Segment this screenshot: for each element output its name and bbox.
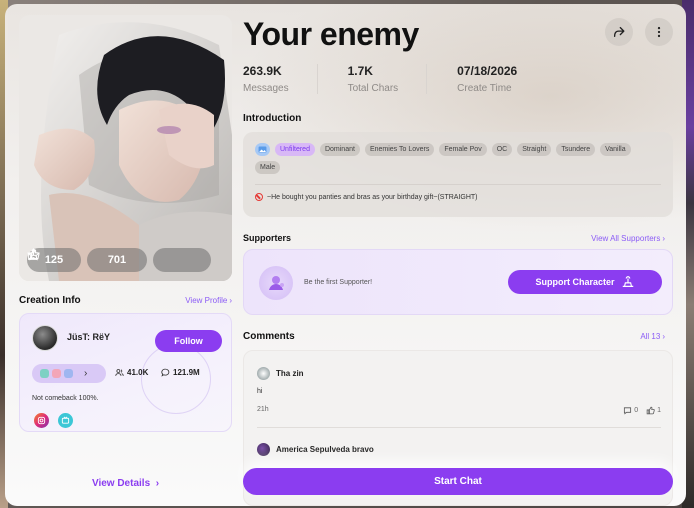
chevron-right-icon: ›: [662, 233, 665, 243]
like-count: 125: [44, 254, 64, 266]
creation-info-title: Creation Info: [19, 295, 81, 306]
character-cover-image: 125 701: [19, 15, 232, 281]
tv-icon: [61, 416, 70, 424]
chevron-right-icon: ›: [152, 478, 160, 489]
creator-card: JüsT: RëY Follow › 41.0K 121.9M Not come…: [19, 313, 232, 432]
favorite-count: 701: [107, 254, 127, 266]
cover-illustration: [19, 15, 232, 281]
introduction-card: Unfiltered Dominant Enemies To Lovers Fe…: [243, 132, 673, 217]
all-comments-link[interactable]: All 13 ›: [640, 332, 665, 341]
tag[interactable]: Vanilla: [600, 143, 631, 156]
badge-icon: [52, 369, 61, 378]
comment-item: America Sepulveda bravo: [257, 443, 661, 456]
prohibited-icon: [255, 193, 263, 201]
comment-text: hi: [257, 388, 263, 395]
supporters-card: Be the first Supporter! Support Characte…: [243, 249, 673, 315]
creator-avatar[interactable]: [32, 325, 58, 351]
tag-list: Unfiltered Dominant Enemies To Lovers Fe…: [255, 143, 655, 174]
comment-author: Tha zin: [276, 369, 304, 378]
comments-title: Comments: [243, 331, 295, 342]
introduction-title: Introduction: [243, 113, 302, 124]
supporters-empty-text: Be the first Supporter!: [304, 279, 373, 286]
instagram-icon: [37, 416, 46, 425]
gift-button[interactable]: [28, 248, 211, 272]
followers-stat: 41.0K: [115, 368, 148, 377]
share-button[interactable]: [605, 18, 633, 46]
share-icon: [613, 26, 625, 38]
users-icon: [115, 369, 124, 376]
comment-avatar[interactable]: [257, 367, 270, 380]
badge-icon: [64, 369, 73, 378]
view-profile-link[interactable]: View Profile ›: [185, 296, 232, 305]
tag[interactable]: Tsundere: [556, 143, 596, 156]
supporter-icon: [269, 276, 284, 290]
tag[interactable]: Unfiltered: [275, 143, 315, 156]
tag[interactable]: Straight: [517, 143, 552, 156]
follow-button[interactable]: Follow: [155, 330, 222, 352]
comment-time: 21h: [257, 406, 269, 413]
comment-like-button[interactable]: 1: [646, 406, 661, 415]
introduction-text: ~He bought you panties and bras as your …: [267, 193, 478, 201]
gift-icon: [622, 276, 633, 287]
badge-icon: [40, 369, 49, 378]
chats-stat: 121.9M: [161, 368, 200, 377]
character-title: Your enemy: [243, 16, 419, 52]
comment-author: America Sepulveda bravo: [276, 445, 374, 454]
favorite-button[interactable]: 701: [27, 248, 147, 272]
support-character-button[interactable]: Support Character: [508, 270, 662, 294]
chevron-right-icon: ›: [84, 368, 88, 379]
tag[interactable]: OC: [491, 143, 513, 156]
character-stats: 263.9K Messages 1.7K Total Chars 07/18/2…: [243, 64, 545, 94]
view-all-supporters-link[interactable]: View All Supporters ›: [591, 234, 665, 243]
chevron-right-icon: ›: [229, 296, 232, 305]
chevron-right-icon: ›: [662, 332, 665, 341]
stat-create-time: 07/18/2026 Create Time: [426, 64, 545, 94]
thumbs-up-icon: [646, 406, 655, 415]
more-options-button[interactable]: [645, 18, 673, 46]
stat-messages: 263.9K Messages: [243, 64, 289, 94]
tag[interactable]: Male: [255, 161, 281, 174]
chat-icon: [161, 368, 170, 377]
character-modal: 125 701 Creation Info View Profile › Jüs…: [5, 4, 686, 506]
comment-icon: [624, 407, 632, 415]
instagram-link[interactable]: [34, 413, 49, 428]
comment-item: Tha zin hi 21h 0 1: [257, 367, 661, 415]
supporter-placeholder-avatar: [259, 266, 293, 300]
creator-name: JüsT: RëY: [67, 332, 111, 342]
comment-avatar[interactable]: [257, 443, 270, 456]
start-chat-button[interactable]: Start Chat: [243, 468, 673, 495]
creator-badges[interactable]: ›: [32, 364, 106, 383]
tag[interactable]: Enemies To Lovers: [364, 143, 435, 156]
view-details-link[interactable]: View Details ›: [19, 478, 232, 489]
gift-icon: [28, 249, 39, 260]
image-tag-icon[interactable]: [255, 143, 270, 156]
reply-button[interactable]: 0: [623, 406, 638, 415]
stat-total-chars: 1.7K Total Chars: [316, 64, 427, 94]
tag[interactable]: Dominant: [319, 143, 360, 156]
tag[interactable]: Female Pov: [439, 143, 487, 156]
supporters-title: Supporters: [243, 233, 292, 243]
more-icon: [657, 26, 661, 38]
tv-link[interactable]: [58, 413, 73, 428]
creator-bio: Not comeback 100%.: [32, 395, 99, 402]
